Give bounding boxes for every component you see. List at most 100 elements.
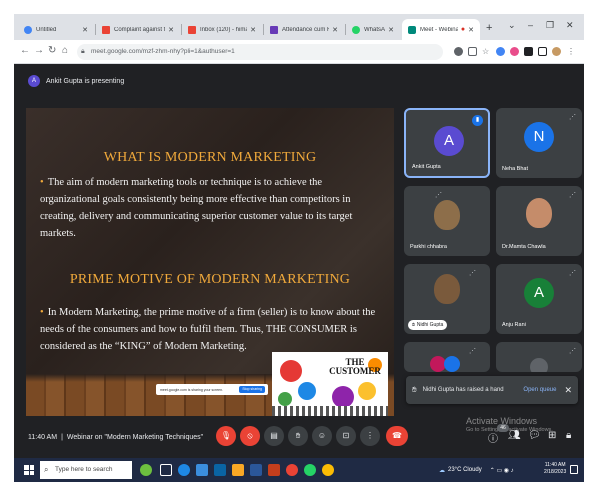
mic-off-icon: ⋰ [569, 270, 576, 277]
weather-widget-icon[interactable] [140, 464, 152, 476]
close-icon[interactable]: ✕ [468, 26, 474, 34]
close-icon[interactable]: ✕ [168, 26, 174, 34]
taskbar-search-input[interactable]: ⌕ Type here to search [40, 461, 132, 479]
participant-tile[interactable]: A ▮ Ankit Gupta [404, 108, 490, 178]
puzzle-icon[interactable] [524, 47, 533, 56]
home-icon[interactable]: ⌂ [62, 45, 68, 56]
tab-label: Inbox (120) - himansh [200, 26, 247, 33]
close-icon[interactable]: ✕ [332, 26, 338, 34]
browser-tab[interactable]: Inbox (120) - himansh ✕ [182, 19, 262, 40]
tray-icons[interactable]: ⌃ ▭ ◉ ♪ [490, 467, 514, 474]
recording-dot-icon: ● [460, 26, 466, 33]
emoji-button[interactable]: ☺ [312, 426, 332, 446]
participant-tile[interactable]: A ⋰ Anju Rani [496, 264, 582, 334]
new-tab-button[interactable]: + [486, 22, 492, 34]
avatar: N [524, 122, 554, 152]
forward-icon[interactable]: → [34, 45, 44, 56]
chrome-icon[interactable] [286, 464, 298, 476]
leave-call-button[interactable]: ☎︎ [386, 426, 408, 446]
participant-name: Parkhi chhabra [410, 244, 447, 250]
mail-icon[interactable] [214, 464, 226, 476]
maximize-button[interactable]: ❐ [546, 20, 554, 31]
illustration-people [272, 406, 388, 416]
star-icon[interactable]: ☆ [482, 47, 491, 56]
mic-off-icon: ⋰ [435, 192, 442, 199]
browser-tab[interactable]: WhatsApp ✕ [346, 19, 400, 40]
mic-off-icon: ⋰ [569, 348, 576, 355]
close-icon[interactable]: ✕ [250, 26, 256, 34]
tab-label: Complaint against th [114, 26, 166, 33]
notification-icon[interactable] [570, 465, 578, 474]
chat-icon[interactable]: 💬︎ [528, 430, 541, 441]
participant-tile[interactable]: ⋰ Dr.Mamta Chawla [496, 186, 582, 256]
participant-tile[interactable]: ⋰ ✋︎ Nidhi Gupta [404, 264, 490, 334]
back-icon[interactable]: ← [20, 45, 30, 56]
windows-taskbar: ⌕ Type here to search ☁︎ 23°C Cloudy ⌃ ▭… [14, 458, 584, 482]
more-options-button[interactable]: ⋮ [360, 426, 380, 446]
tab-search-icon[interactable]: ⌄ [508, 20, 516, 31]
slide-paragraph-2: • In Modern Marketing, the prime motive o… [40, 304, 384, 355]
people-icon[interactable]: 👥︎ [508, 430, 521, 441]
activities-icon[interactable]: ⊞ [548, 430, 556, 441]
mic-off-button[interactable]: 🎙︎ [216, 426, 236, 446]
chrome-icon[interactable] [322, 464, 334, 476]
participant-video [434, 274, 460, 304]
captions-button[interactable]: ▤ [264, 426, 284, 446]
present-button[interactable]: ⊡ [336, 426, 356, 446]
info-icon[interactable]: ⓘ [488, 430, 498, 445]
menu-icon[interactable]: ⋮ [567, 47, 576, 56]
file-explorer-icon[interactable] [232, 464, 244, 476]
search-placeholder: Type here to search [55, 466, 113, 473]
camera-indicator-icon[interactable] [454, 47, 463, 56]
lock-icon: 🔒︎ [81, 48, 85, 55]
participant-tile[interactable]: ⋰ Parkhi chhabra [404, 186, 490, 256]
stop-sharing-button[interactable]: Stop sharing [239, 386, 265, 393]
raise-hand-button[interactable]: ✋︎ [288, 426, 308, 446]
open-queue-link[interactable]: Open queue [523, 387, 556, 393]
profile-avatar[interactable] [552, 47, 561, 56]
host-controls-icon[interactable]: 🔒︎ [566, 430, 571, 441]
slide-paragraph-1: • The aim of modern marketing tools or te… [40, 174, 384, 242]
extension-icon[interactable] [510, 47, 519, 56]
participant-tile[interactable]: ⋰ [496, 342, 582, 372]
whatsapp-icon[interactable] [304, 464, 316, 476]
extension-icon[interactable] [496, 47, 505, 56]
screen: Untitled ✕ Complaint against th ✕ Inbox … [14, 14, 584, 482]
browser-tab[interactable]: Complaint against th ✕ [96, 19, 180, 40]
reload-icon[interactable]: ↻ [48, 45, 56, 56]
address-bar[interactable]: 🔒︎ meet.google.com/mzf-zhm-nhy?pli=1&aut… [77, 44, 443, 60]
close-icon[interactable]: ✕ [564, 385, 572, 396]
mic-off-icon: ⋰ [469, 270, 476, 277]
browser-tab[interactable]: Untitled ✕ [18, 19, 94, 40]
toast-message: Nidhi Gupta has raised a hand [422, 387, 504, 393]
windows-start-icon[interactable] [24, 465, 34, 475]
close-window-button[interactable]: ✕ [566, 20, 574, 31]
browser-toolbar: ← → ↻ ⌂ 🔒︎ meet.google.com/mzf-zhm-nhy?p… [14, 40, 584, 64]
speaking-icon: ▮ [472, 115, 483, 126]
close-icon[interactable]: ✕ [82, 26, 88, 34]
presenter-avatar: A [28, 75, 40, 87]
tab-label: Attendance cum Fee [282, 26, 330, 33]
illustration-shape [298, 382, 316, 400]
avatar: A [524, 278, 554, 308]
word-icon[interactable] [250, 464, 262, 476]
url-text: meet.google.com/mzf-zhm-nhy?pli=1&authus… [91, 48, 235, 55]
participant-tile[interactable]: N ⋰ Neha Bhat [496, 108, 582, 178]
edge-icon[interactable] [178, 464, 190, 476]
powerpoint-icon[interactable] [268, 464, 280, 476]
share-icon[interactable] [468, 47, 477, 56]
participant-tile[interactable]: ⋰ [404, 342, 490, 372]
camera-off-button[interactable]: ⦸ [240, 426, 260, 446]
browser-tab-active[interactable]: Meet - Webinar ● ✕ [402, 19, 480, 40]
task-view-icon[interactable] [160, 464, 172, 476]
browser-tab-strip: Untitled ✕ Complaint against th ✕ Inbox … [14, 14, 584, 40]
taskbar-clock[interactable]: 11:40 AM 2/18/2023 [544, 462, 566, 476]
close-icon[interactable]: ✕ [388, 26, 394, 34]
meeting-title: Webinar on "Modern Marketing Techniques" [66, 434, 204, 441]
minimize-button[interactable]: – [528, 20, 533, 30]
shared-slide: WHAT IS MODERN MARKETING • The aim of mod… [26, 108, 394, 416]
tab-label: Untitled [36, 26, 57, 33]
browser-tab[interactable]: Attendance cum Fee ✕ [264, 19, 344, 40]
sidebar-icon[interactable] [538, 47, 547, 56]
store-icon[interactable] [196, 464, 208, 476]
